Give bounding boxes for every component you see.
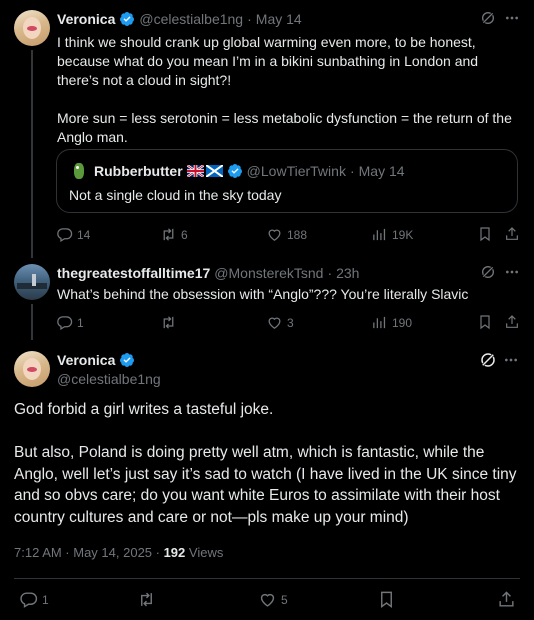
- views-icon: [373, 316, 386, 329]
- verified-badge-icon: [227, 164, 242, 178]
- grok-icon[interactable]: [479, 351, 497, 369]
- more-icon[interactable]: [503, 352, 519, 368]
- tweet-text: What’s behind the obsession with “Anglo”…: [57, 286, 469, 302]
- reply-icon: [57, 228, 73, 243]
- tweet-date[interactable]: May 14: [256, 11, 302, 27]
- views-count: 19K: [392, 227, 414, 242]
- reply-button[interactable]: 1: [56, 314, 84, 331]
- tweet-meta: 7:12 AM · May 14, 2025 · 192 Views: [14, 545, 223, 560]
- like-button[interactable]: 5: [258, 590, 288, 609]
- uk-flag-icon: [186, 165, 204, 177]
- tweet-time[interactable]: 23h: [336, 265, 359, 281]
- avatar-veronica[interactable]: [14, 351, 50, 387]
- more-icon[interactable]: [504, 264, 520, 280]
- like-count: 5: [281, 592, 288, 607]
- scotland-flag-icon: [205, 165, 223, 177]
- views-button[interactable]: 19K: [371, 226, 413, 243]
- timestamp[interactable]: 7:12 AM · May 14, 2025 ·: [14, 545, 164, 560]
- separator-dot: ·: [247, 11, 252, 27]
- quote-date: May 14: [358, 163, 405, 179]
- author-handle[interactable]: @celestialbe1ng: [139, 11, 243, 27]
- share-icon[interactable]: [504, 314, 520, 330]
- verified-badge-icon: [120, 12, 135, 26]
- separator-dot: ·: [327, 265, 333, 281]
- views-label: Views: [185, 545, 224, 560]
- tweet2-header: thegreatestoffalltime17 @MonsterekTsnd ·…: [57, 265, 359, 281]
- heart-icon: [268, 317, 281, 329]
- tweet1-header: Veronica @celestialbe1ng · May 14: [57, 11, 302, 27]
- more-icon[interactable]: [504, 10, 520, 26]
- quote-avatar: [69, 162, 89, 182]
- reply-button[interactable]: 14: [56, 226, 90, 243]
- like-button[interactable]: 188: [266, 226, 307, 243]
- repost-count: 6: [181, 227, 188, 242]
- author-handle[interactable]: @MonsterekTsnd: [214, 265, 323, 281]
- like-count: 188: [287, 227, 308, 242]
- repost-icon: [163, 316, 174, 329]
- avatar-veronica[interactable]: [14, 10, 50, 46]
- divider: [14, 578, 520, 579]
- verified-badge-icon: [120, 353, 135, 367]
- bookmark-icon[interactable]: [477, 226, 493, 242]
- views-count: 192: [163, 545, 186, 560]
- share-icon[interactable]: [497, 590, 516, 609]
- author-name[interactable]: Veronica: [57, 352, 115, 368]
- separator-dot: ·: [349, 163, 355, 179]
- main-header: Veronica: [57, 352, 135, 368]
- repost-button[interactable]: [160, 314, 181, 331]
- quote-text: Not a single cloud in the sky today: [69, 187, 282, 203]
- reply-count: 14: [77, 227, 91, 242]
- avatar-thegreatestoffalltime17[interactable]: [14, 264, 50, 300]
- quote-flags: [186, 165, 223, 177]
- grok-icon[interactable]: [480, 264, 496, 280]
- like-button[interactable]: 3: [266, 314, 294, 331]
- reply-count: 1: [77, 315, 84, 330]
- author-name[interactable]: Veronica: [57, 11, 115, 27]
- quote-author-name: Rubberbutter: [94, 163, 183, 179]
- reply-count: 1: [42, 592, 49, 607]
- author-handle[interactable]: @celestialbe1ng: [57, 371, 161, 387]
- thread-line: [31, 304, 33, 340]
- share-icon[interactable]: [504, 226, 520, 242]
- tweet-text: I think we should crank up global warmin…: [57, 34, 512, 145]
- heart-icon: [268, 229, 281, 241]
- repost-icon[interactable]: [137, 590, 156, 609]
- main-tweet-text: God forbid a girl writes a tasteful joke…: [14, 401, 517, 526]
- views-count: 190: [392, 315, 413, 330]
- reply-icon: [57, 316, 73, 331]
- views-button[interactable]: 190: [371, 314, 412, 331]
- author-name[interactable]: thegreatestoffalltime17: [57, 265, 210, 281]
- thread-line: [31, 50, 33, 258]
- heart-icon: [260, 593, 275, 607]
- bookmark-icon[interactable]: [377, 590, 396, 609]
- quote-tweet-card[interactable]: Rubberbutter @LowTierTwink · May 14 Not …: [56, 149, 518, 213]
- views-icon: [373, 228, 386, 241]
- reply-button[interactable]: 1: [19, 590, 49, 609]
- quote-author-handle: @LowTierTwink: [246, 163, 346, 179]
- bookmark-icon[interactable]: [477, 314, 493, 330]
- repost-icon: [163, 228, 174, 241]
- quote-header: Rubberbutter @LowTierTwink · May 14: [94, 163, 405, 179]
- grok-icon[interactable]: [480, 10, 496, 26]
- repost-button[interactable]: 6: [160, 226, 188, 243]
- reply-icon: [20, 592, 38, 608]
- like-count: 3: [287, 315, 294, 330]
